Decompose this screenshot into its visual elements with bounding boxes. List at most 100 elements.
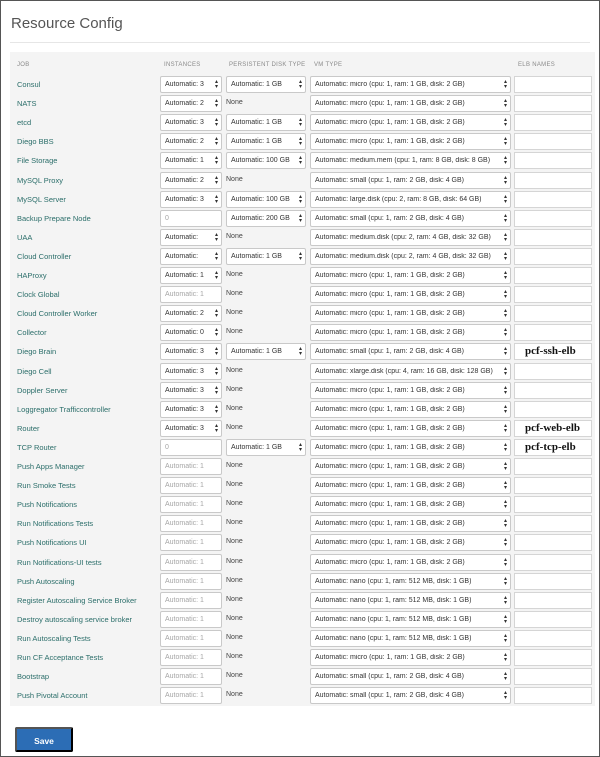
vm-type-select[interactable]: Automatic: micro (cpu: 1, ram: 1 GB, dis…	[310, 381, 511, 399]
elb-names-input[interactable]	[514, 477, 592, 495]
elb-names-input[interactable]	[514, 610, 592, 628]
elb-names-input[interactable]: pcf-ssh-elb	[514, 343, 592, 361]
stepper-icon[interactable]: ▴ ▾	[215, 308, 218, 319]
disk-type-select[interactable]: Automatic: 1 GB ▴ ▾	[226, 438, 306, 456]
instances-select[interactable]: Automatic: 1	[160, 629, 222, 647]
instances-select[interactable]: 0	[160, 209, 222, 227]
vm-type-select[interactable]: Automatic: micro (cpu: 1, ram: 1 GB, dis…	[310, 438, 511, 456]
instances-select[interactable]: Automatic: 3 ▴ ▾	[160, 190, 222, 208]
stepper-icon[interactable]: ▴ ▾	[215, 136, 218, 147]
vm-type-select[interactable]: Automatic: micro (cpu: 1, ram: 1 GB, dis…	[310, 515, 511, 533]
vm-type-select[interactable]: Automatic: micro (cpu: 1, ram: 1 GB, dis…	[310, 553, 511, 571]
instances-select[interactable]: Automatic: 1	[160, 534, 222, 552]
instances-select[interactable]: Automatic: 3 ▴ ▾	[160, 114, 222, 132]
elb-names-input[interactable]	[514, 572, 592, 590]
elb-names-input[interactable]	[514, 324, 592, 342]
elb-names-input[interactable]	[514, 553, 592, 571]
elb-names-input[interactable]	[514, 267, 592, 284]
instances-select[interactable]: Automatic: 3 ▴ ▾	[160, 76, 222, 93]
instances-select[interactable]: Automatic: 3 ▴ ▾	[160, 419, 222, 437]
vm-type-select[interactable]: Automatic: micro (cpu: 1, ram: 1 GB, dis…	[310, 324, 511, 342]
elb-names-input[interactable]	[514, 496, 592, 514]
vm-type-select[interactable]: Automatic: micro (cpu: 1, ram: 1 GB, dis…	[310, 400, 511, 418]
elb-names-input[interactable]	[514, 247, 592, 265]
instances-select[interactable]: Automatic: 1	[160, 496, 222, 514]
stepper-icon[interactable]: ▴ ▾	[215, 327, 218, 338]
disk-type-select[interactable]: Automatic: 1 GB ▴ ▾	[226, 133, 306, 151]
elb-names-input[interactable]	[514, 228, 592, 246]
elb-names-input[interactable]	[514, 171, 592, 189]
instances-select[interactable]: Automatic: 3 ▴ ▾	[160, 381, 222, 399]
vm-type-select[interactable]: Automatic: medium.disk (cpu: 2, ram: 4 G…	[310, 228, 511, 246]
disk-type-select[interactable]: Automatic: 200 GB ▴ ▾	[226, 209, 306, 227]
instances-select[interactable]: Automatic: ▴ ▾	[160, 247, 222, 265]
vm-type-select[interactable]: Automatic: large.disk (cpu: 2, ram: 8 GB…	[310, 190, 511, 208]
vm-type-select[interactable]: Automatic: nano (cpu: 1, ram: 512 MB, di…	[310, 629, 511, 647]
disk-type-select[interactable]: Automatic: 1 GB ▴ ▾	[226, 343, 306, 361]
instances-select[interactable]: Automatic: 2 ▴ ▾	[160, 171, 222, 189]
elb-names-input[interactable]	[514, 286, 592, 304]
stepper-icon[interactable]: ▴ ▾	[215, 270, 218, 281]
elb-names-input[interactable]	[514, 668, 592, 686]
stepper-icon[interactable]: ▴ ▾	[215, 251, 218, 262]
disk-type-select[interactable]: Automatic: 1 GB ▴ ▾	[226, 247, 306, 265]
instances-select[interactable]: Automatic: ▴ ▾	[160, 228, 222, 246]
vm-type-select[interactable]: Automatic: micro (cpu: 1, ram: 1 GB, dis…	[310, 133, 511, 151]
stepper-icon[interactable]: ▴ ▾	[215, 98, 218, 109]
instances-select[interactable]: Automatic: 1 ▴ ▾	[160, 267, 222, 284]
elb-names-input[interactable]	[514, 362, 592, 380]
vm-type-select[interactable]: Automatic: micro (cpu: 1, ram: 1 GB, dis…	[310, 458, 511, 475]
elb-names-input[interactable]	[514, 76, 592, 93]
vm-type-select[interactable]: Automatic: micro (cpu: 1, ram: 1 GB, dis…	[310, 496, 511, 514]
stepper-icon[interactable]: ▴ ▾	[215, 385, 218, 396]
vm-type-select[interactable]: Automatic: small (cpu: 1, ram: 2 GB, dis…	[310, 687, 511, 705]
instances-select[interactable]: Automatic: 1	[160, 477, 222, 495]
vm-type-select[interactable]: Automatic: small (cpu: 1, ram: 2 GB, dis…	[310, 343, 511, 361]
vm-type-select[interactable]: Automatic: nano (cpu: 1, ram: 512 MB, di…	[310, 610, 511, 628]
elb-names-input[interactable]	[514, 400, 592, 418]
instances-select[interactable]: Automatic: 2 ▴ ▾	[160, 95, 222, 113]
stepper-icon[interactable]: ▴ ▾	[215, 175, 218, 186]
vm-type-select[interactable]: Automatic: medium.mem (cpu: 1, ram: 8 GB…	[310, 152, 511, 170]
vm-type-select[interactable]: Automatic: medium.disk (cpu: 2, ram: 4 G…	[310, 247, 511, 265]
vm-type-select[interactable]: Automatic: micro (cpu: 1, ram: 1 GB, dis…	[310, 477, 511, 495]
instances-select[interactable]: Automatic: 1	[160, 286, 222, 304]
instances-select[interactable]: 0	[160, 438, 222, 456]
vm-type-select[interactable]: Automatic: micro (cpu: 1, ram: 1 GB, dis…	[310, 76, 511, 93]
instances-select[interactable]: Automatic: 1	[160, 458, 222, 475]
vm-type-select[interactable]: Automatic: micro (cpu: 1, ram: 1 GB, dis…	[310, 95, 511, 113]
elb-names-input[interactable]	[514, 133, 592, 151]
instances-select[interactable]: Automatic: 1	[160, 649, 222, 666]
instances-select[interactable]: Automatic: 1	[160, 572, 222, 590]
vm-type-select[interactable]: Automatic: micro (cpu: 1, ram: 1 GB, dis…	[310, 286, 511, 304]
disk-type-select[interactable]: Automatic: 1 GB ▴ ▾	[226, 114, 306, 132]
elb-names-input[interactable]	[514, 190, 592, 208]
instances-select[interactable]: Automatic: 3 ▴ ▾	[160, 362, 222, 380]
vm-type-select[interactable]: Automatic: small (cpu: 1, ram: 2 GB, dis…	[310, 171, 511, 189]
save-button[interactable]: Save	[15, 727, 73, 752]
elb-names-input[interactable]	[514, 458, 592, 475]
elb-names-input[interactable]: pcf-web-elb	[514, 419, 592, 437]
vm-type-select[interactable]: Automatic: micro (cpu: 1, ram: 1 GB, dis…	[310, 419, 511, 437]
instances-select[interactable]: Automatic: 3 ▴ ▾	[160, 343, 222, 361]
vm-type-select[interactable]: Automatic: xlarge.disk (cpu: 4, ram: 16 …	[310, 362, 511, 380]
instances-select[interactable]: Automatic: 1 ▴ ▾	[160, 152, 222, 170]
elb-names-input[interactable]	[514, 591, 592, 609]
vm-type-select[interactable]: Automatic: micro (cpu: 1, ram: 1 GB, dis…	[310, 649, 511, 666]
vm-type-select[interactable]: Automatic: micro (cpu: 1, ram: 1 GB, dis…	[310, 305, 511, 323]
stepper-icon[interactable]: ▴ ▾	[215, 232, 218, 243]
vm-type-select[interactable]: Automatic: micro (cpu: 1, ram: 1 GB, dis…	[310, 267, 511, 284]
vm-type-select[interactable]: Automatic: micro (cpu: 1, ram: 1 GB, dis…	[310, 114, 511, 132]
vm-type-select[interactable]: Automatic: nano (cpu: 1, ram: 512 MB, di…	[310, 572, 511, 590]
vm-type-select[interactable]: Automatic: nano (cpu: 1, ram: 512 MB, di…	[310, 591, 511, 609]
instances-select[interactable]: Automatic: 1	[160, 687, 222, 705]
elb-names-input[interactable]: pcf-tcp-elb	[514, 438, 592, 456]
stepper-icon[interactable]: ▴ ▾	[215, 346, 218, 357]
instances-select[interactable]: Automatic: 0 ▴ ▾	[160, 324, 222, 342]
elb-names-input[interactable]	[514, 534, 592, 552]
disk-type-select[interactable]: Automatic: 100 GB ▴ ▾	[226, 152, 306, 170]
instances-select[interactable]: Automatic: 1	[160, 668, 222, 686]
elb-names-input[interactable]	[514, 95, 592, 113]
instances-select[interactable]: Automatic: 1	[160, 515, 222, 533]
elb-names-input[interactable]	[514, 649, 592, 666]
